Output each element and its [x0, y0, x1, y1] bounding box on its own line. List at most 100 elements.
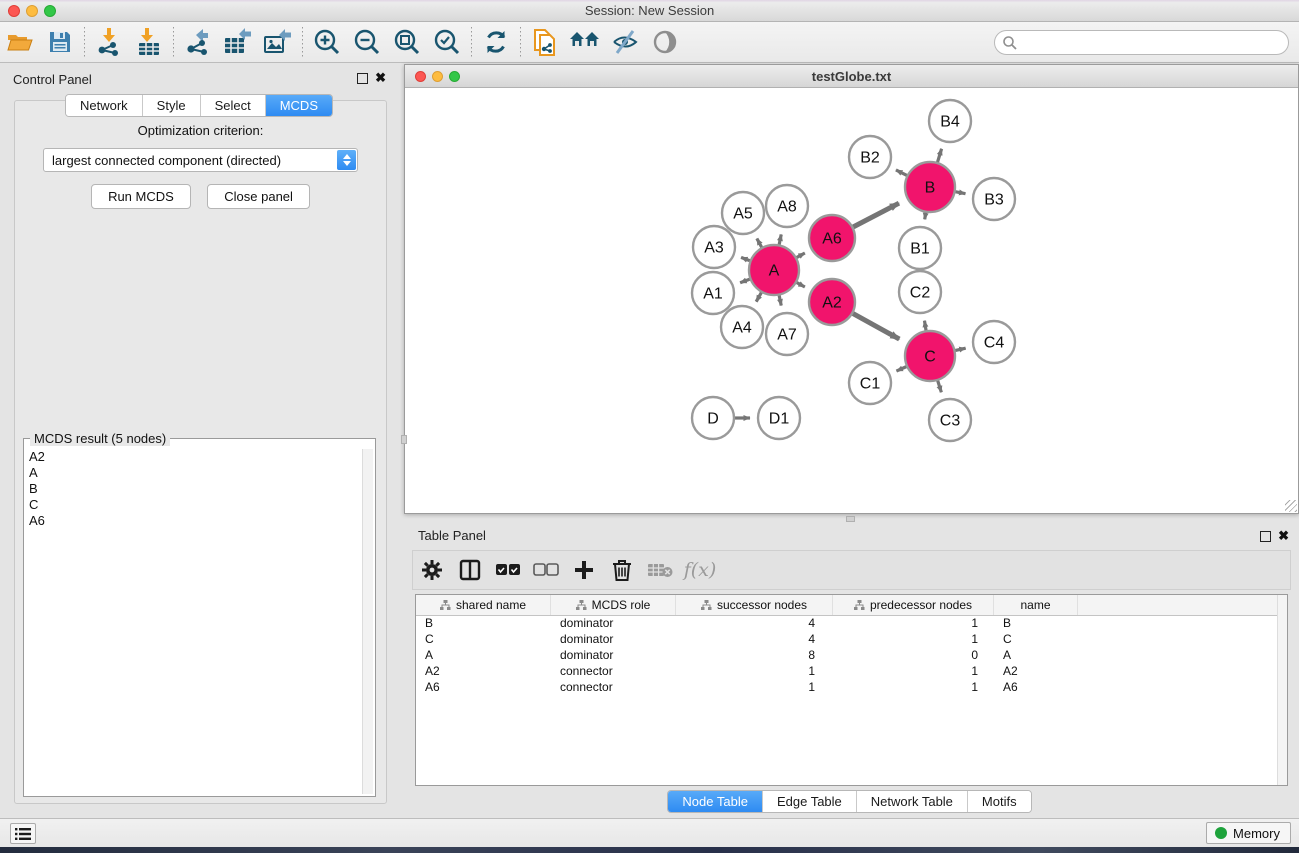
table-cell[interactable]: A6	[416, 680, 551, 696]
node-D[interactable]: D	[692, 397, 734, 439]
table-cell[interactable]: A	[416, 648, 551, 664]
node-A8[interactable]: A8	[766, 185, 808, 227]
edge-C-C2[interactable]	[924, 321, 926, 332]
delete-column-button[interactable]	[603, 554, 641, 586]
close-panel-icon[interactable]: ✖	[375, 70, 386, 86]
edge-B-B3[interactable]	[955, 192, 966, 194]
save-session-button[interactable]	[40, 25, 80, 59]
table-cell[interactable]: C	[416, 632, 551, 648]
tab-node-table[interactable]: Node Table	[668, 791, 763, 812]
zoom-in-button[interactable]	[307, 25, 347, 59]
node-B3[interactable]: B3	[973, 178, 1015, 220]
import-network-button[interactable]	[89, 25, 129, 59]
result-item[interactable]: A2	[26, 449, 361, 465]
table-cell[interactable]: B	[994, 616, 1078, 632]
table-settings-button[interactable]	[413, 554, 451, 586]
edge-A-A1[interactable]	[740, 279, 750, 283]
tab-select[interactable]: Select	[201, 95, 266, 116]
column-header-shared-name[interactable]: shared name	[416, 595, 551, 615]
tab-style[interactable]: Style	[143, 95, 201, 116]
tab-network-table[interactable]: Network Table	[857, 791, 968, 812]
node-B4[interactable]: B4	[929, 100, 971, 142]
export-image-button[interactable]	[258, 25, 298, 59]
table-row[interactable]: Adominator80A	[416, 648, 1287, 664]
refresh-button[interactable]	[476, 25, 516, 59]
mcds-result-list[interactable]: A2ABCA6	[26, 449, 361, 794]
edge-A-A3[interactable]	[741, 257, 751, 261]
tab-edge-table[interactable]: Edge Table	[763, 791, 857, 812]
table-cell[interactable]: 8	[676, 648, 833, 664]
node-B2[interactable]: B2	[849, 136, 891, 178]
node-A4[interactable]: A4	[721, 306, 763, 348]
delete-table-button[interactable]	[641, 554, 679, 586]
table-cell[interactable]: 4	[676, 632, 833, 648]
node-B[interactable]: B	[905, 162, 955, 212]
deselect-all-button[interactable]	[527, 554, 565, 586]
zoom-fit-button[interactable]	[387, 25, 427, 59]
export-network-button[interactable]	[178, 25, 218, 59]
float-panel-icon[interactable]	[1260, 531, 1271, 542]
network-graph[interactable]: B4B2BB3A8A5A6A3B1AA1C2A2A4A7C4CC1DD1C3	[407, 89, 1296, 513]
table-row[interactable]: Cdominator41C	[416, 632, 1287, 648]
table-cell[interactable]: A2	[994, 664, 1078, 680]
node-C2[interactable]: C2	[899, 271, 941, 313]
edge-A-A2[interactable]	[796, 282, 805, 287]
edge-B-B4[interactable]	[937, 149, 941, 163]
export-table-button[interactable]	[218, 25, 258, 59]
result-scrollbar[interactable]	[362, 449, 373, 794]
edge-A-A6[interactable]	[796, 253, 805, 258]
table-row[interactable]: Bdominator41B	[416, 616, 1287, 632]
create-column-button[interactable]	[565, 554, 603, 586]
column-header-predecessor-nodes[interactable]: predecessor nodes	[833, 595, 994, 615]
node-A6[interactable]: A6	[809, 215, 855, 261]
node-C4[interactable]: C4	[973, 321, 1015, 363]
vertical-splitter-grip[interactable]	[401, 435, 407, 444]
search-field[interactable]	[994, 30, 1289, 55]
node-D1[interactable]: D1	[758, 397, 800, 439]
open-file-button[interactable]	[0, 25, 40, 59]
edge-A-A4[interactable]	[756, 292, 762, 302]
tab-network[interactable]: Network	[66, 95, 143, 116]
node-A3[interactable]: A3	[693, 226, 735, 268]
column-header-successor-nodes[interactable]: successor nodes	[676, 595, 833, 615]
hide-selected-button[interactable]	[605, 25, 645, 59]
window-resize-grip[interactable]	[1285, 500, 1297, 512]
table-cell[interactable]: 1	[833, 664, 994, 680]
import-table-button[interactable]	[129, 25, 169, 59]
show-all-button[interactable]	[645, 25, 685, 59]
result-item[interactable]: B	[26, 481, 361, 497]
function-builder-button[interactable]: f(x)	[679, 554, 717, 586]
table-cell[interactable]: B	[416, 616, 551, 632]
table-cell[interactable]: A2	[416, 664, 551, 680]
table-cell[interactable]: 0	[833, 648, 994, 664]
edge-A-A5[interactable]	[757, 238, 762, 248]
table-cell[interactable]: 4	[676, 616, 833, 632]
criterion-dropdown[interactable]: largest connected component (directed)	[43, 148, 358, 172]
table-cell[interactable]: 1	[833, 632, 994, 648]
zoom-selected-button[interactable]	[427, 25, 467, 59]
edge-A6-B[interactable]	[852, 203, 899, 227]
node-A1[interactable]: A1	[692, 272, 734, 314]
table-cell[interactable]: A	[994, 648, 1078, 664]
column-header-MCDS-role[interactable]: MCDS role	[551, 595, 676, 615]
edge-A2-C[interactable]	[852, 313, 899, 339]
column-header-name[interactable]: name	[994, 595, 1078, 615]
edge-B-B2[interactable]	[896, 170, 908, 176]
table-row[interactable]: A2connector11A2	[416, 664, 1287, 680]
search-input[interactable]	[1021, 32, 1281, 53]
close-panel-button[interactable]: Close panel	[207, 184, 310, 209]
table-cell[interactable]: connector	[551, 680, 676, 696]
node-C1[interactable]: C1	[849, 362, 891, 404]
zoom-out-button[interactable]	[347, 25, 387, 59]
show-log-button[interactable]	[10, 823, 36, 844]
table-cell[interactable]: 1	[676, 680, 833, 696]
memory-button[interactable]: Memory	[1206, 822, 1291, 844]
result-item[interactable]: A	[26, 465, 361, 481]
edge-C-C3[interactable]	[937, 380, 941, 392]
table-cell[interactable]: dominator	[551, 632, 676, 648]
edge-A-A7[interactable]	[779, 294, 781, 305]
node-A2[interactable]: A2	[809, 279, 855, 325]
edge-A-A8[interactable]	[779, 234, 781, 245]
tab-mcds[interactable]: MCDS	[266, 95, 332, 116]
show-column-button[interactable]	[451, 554, 489, 586]
